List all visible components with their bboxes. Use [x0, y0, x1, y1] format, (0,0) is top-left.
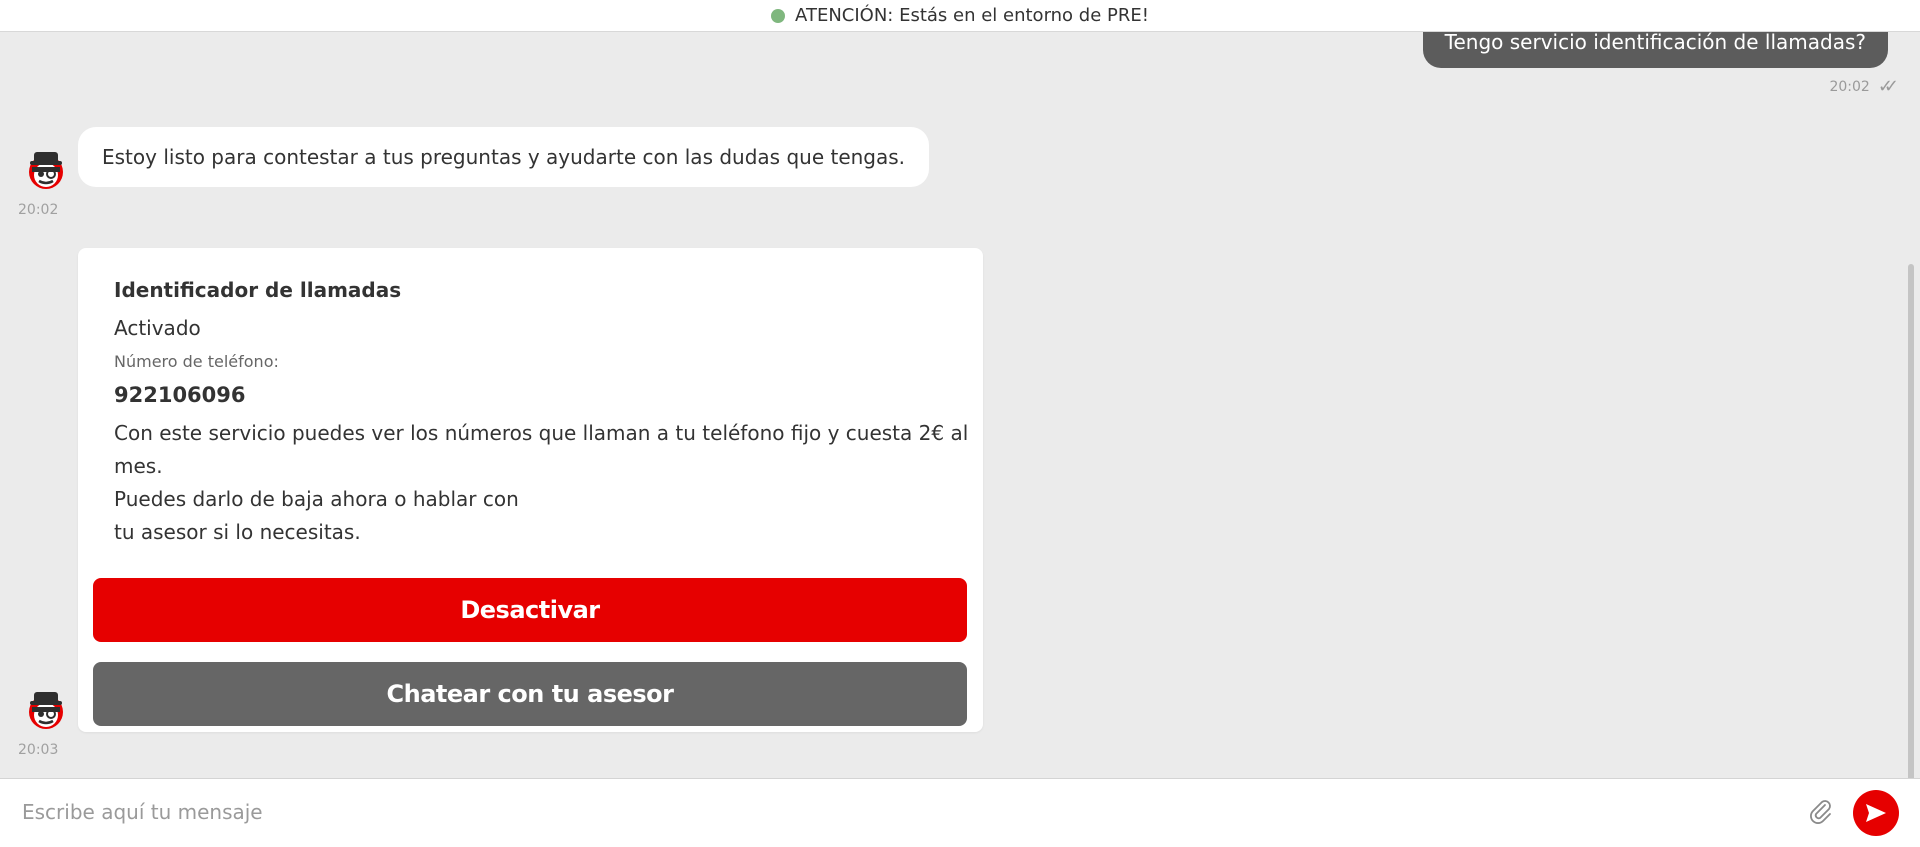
bot-greeting-time: 20:02 — [18, 202, 59, 218]
chat-with-advisor-button[interactable]: Chatear con tu asesor — [93, 662, 967, 726]
paperclip-icon[interactable] — [1808, 797, 1834, 825]
send-button[interactable] — [1853, 790, 1899, 836]
send-icon — [1866, 804, 1886, 822]
bot-message-bubble: Estoy listo para contestar a tus pregunt… — [78, 127, 930, 187]
user-message-meta: 20:02 ✓✓ — [1829, 76, 1899, 97]
chat-history[interactable]: Tengo servicio identificación de llamada… — [0, 32, 1920, 778]
user-message-bubble: Tengo servicio identificación de llamada… — [1422, 32, 1888, 68]
phone-label: Número de teléfono: — [114, 352, 279, 371]
message-input[interactable] — [20, 791, 1784, 833]
service-title: Identificador de llamadas — [114, 278, 402, 302]
message-composer — [0, 778, 1920, 847]
deactivate-button[interactable]: Desactivar — [93, 578, 967, 642]
bot-avatar-icon — [29, 152, 63, 189]
user-message-time: 20:02 — [1829, 78, 1870, 95]
bot-card-time: 20:03 — [18, 742, 59, 758]
double-check-icon: ✓✓ — [1877, 76, 1899, 97]
environment-banner: ATENCIÓN: Estás en el entorno de PRE! — [0, 0, 1920, 32]
service-card: Identificador de llamadas Activado Númer… — [78, 248, 983, 732]
bot-avatar-icon — [29, 692, 63, 729]
service-card-content: Identificador de llamadas Activado Númer… — [114, 278, 974, 549]
banner-text: ATENCIÓN: Estás en el entorno de PRE! — [795, 5, 1149, 26]
service-status: Activado — [114, 316, 201, 340]
status-dot — [771, 8, 786, 23]
service-description: Con este servicio puedes ver los números… — [114, 421, 969, 544]
chat-scrollbar[interactable] — [1908, 264, 1914, 778]
phone-number: 922106096 — [114, 383, 246, 407]
